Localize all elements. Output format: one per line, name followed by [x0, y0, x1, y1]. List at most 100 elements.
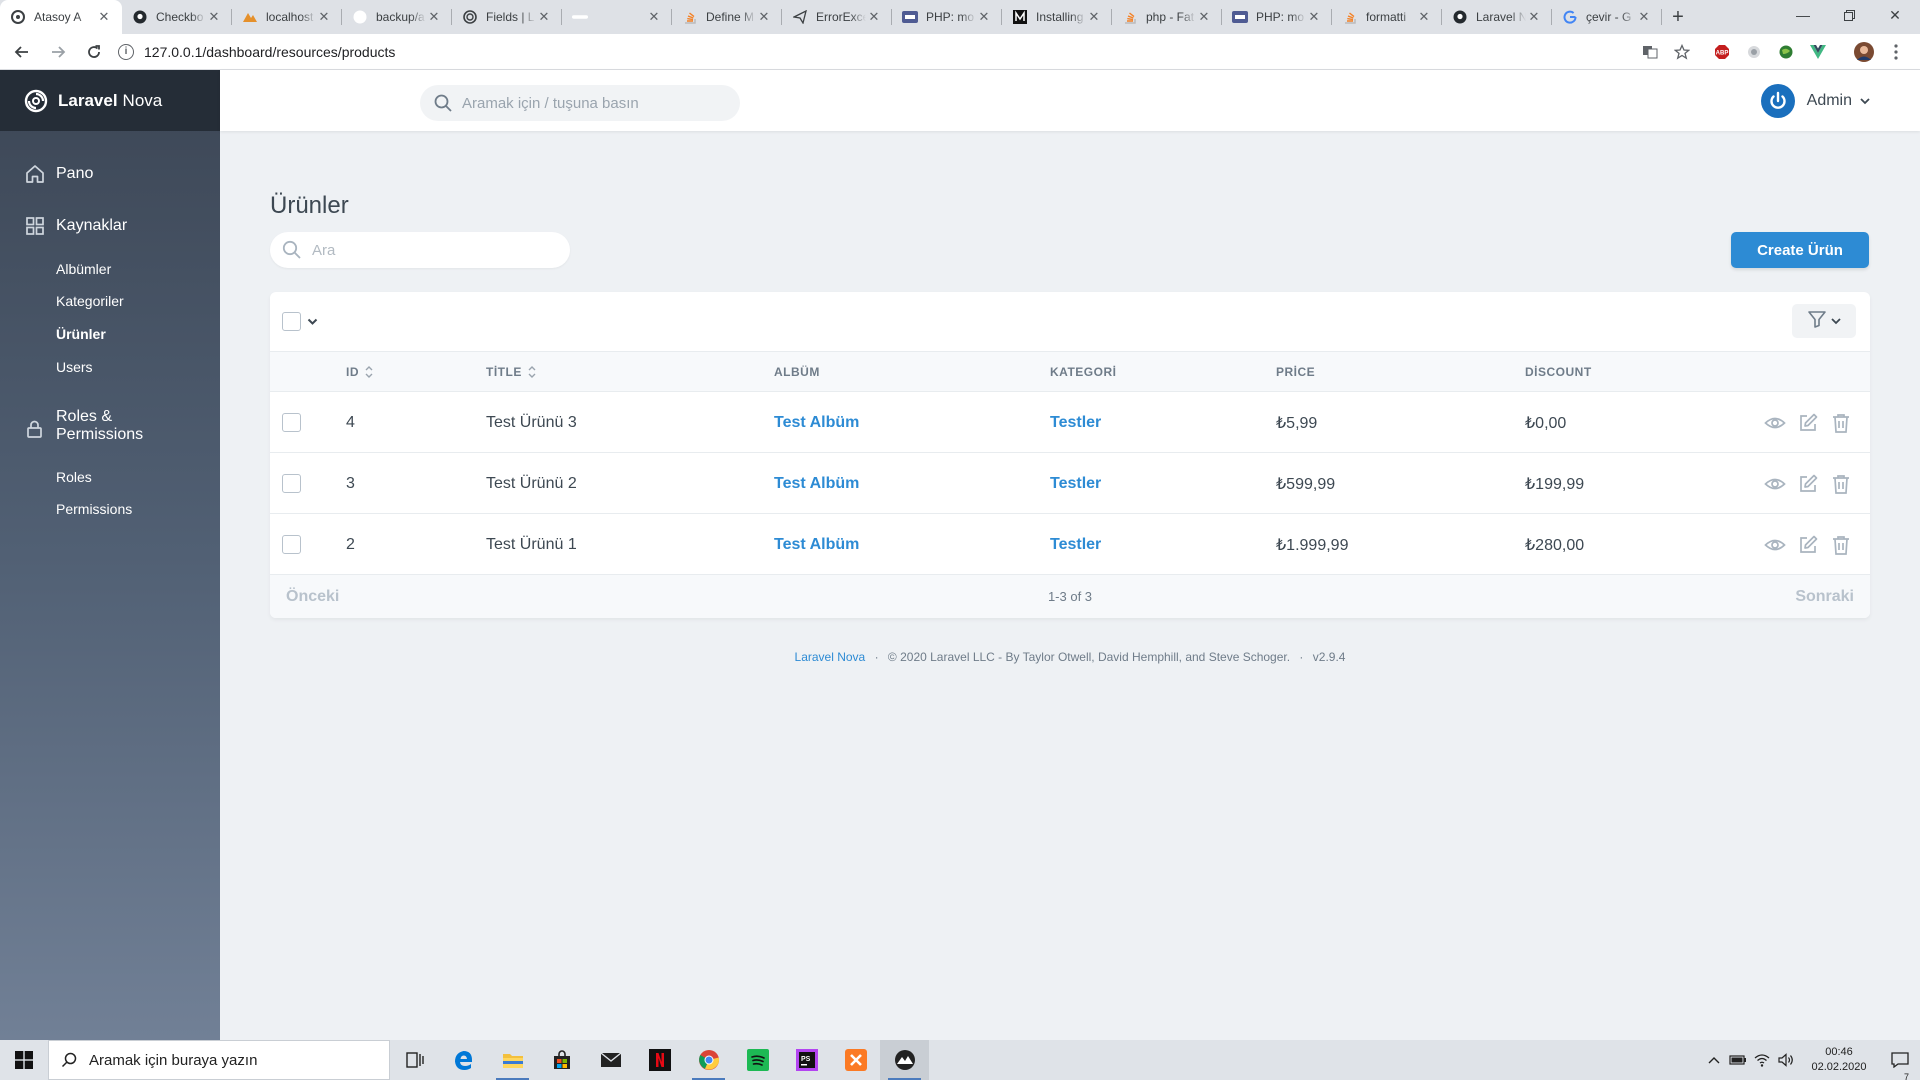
- browser-tab[interactable]: çevir - G ✕: [1552, 0, 1662, 34]
- browser-tab[interactable]: backup/a ✕: [342, 0, 452, 34]
- restore-icon[interactable]: [1826, 0, 1872, 30]
- close-icon[interactable]: ✕: [866, 9, 882, 25]
- sidebar-item-dashboard[interactable]: Pano: [0, 163, 220, 185]
- edge-icon[interactable]: [439, 1040, 488, 1080]
- file-explorer-icon[interactable]: [488, 1040, 537, 1080]
- edit-icon[interactable]: [1797, 534, 1819, 556]
- adblock-icon[interactable]: ABP: [1706, 36, 1738, 68]
- browser-tab[interactable]: PHP: mo ✕: [1222, 0, 1332, 34]
- close-icon[interactable]: ✕: [426, 9, 442, 25]
- edit-icon[interactable]: [1797, 473, 1819, 495]
- info-icon[interactable]: i: [118, 43, 134, 60]
- global-search-input[interactable]: Aramak için / tuşuna basın: [420, 85, 740, 121]
- close-icon[interactable]: ✕: [1526, 9, 1542, 25]
- select-all-checkbox[interactable]: [282, 312, 301, 331]
- taskbar-search-input[interactable]: Aramak için buraya yazın: [48, 1040, 390, 1080]
- cell-album-link[interactable]: Test Albüm: [774, 514, 859, 575]
- cell-category-link[interactable]: Testler: [1050, 514, 1101, 575]
- view-eye-icon[interactable]: [1764, 412, 1786, 434]
- sidebar-item-roles[interactable]: Roles: [0, 469, 220, 485]
- row-checkbox[interactable]: [282, 535, 301, 554]
- close-icon[interactable]: ✕: [1306, 9, 1322, 25]
- vue-devtools-icon[interactable]: [1802, 36, 1834, 68]
- sidebar-item-categories[interactable]: Kategoriler: [0, 293, 220, 309]
- notification-center-icon[interactable]: 7: [1880, 1052, 1920, 1080]
- back-icon[interactable]: [8, 38, 36, 66]
- view-eye-icon[interactable]: [1764, 534, 1786, 556]
- resource-search-input[interactable]: Ara: [270, 232, 570, 268]
- cell-album-link[interactable]: Test Albüm: [774, 453, 859, 514]
- sidebar-item-users[interactable]: Users: [0, 359, 220, 375]
- star-icon[interactable]: [1666, 36, 1698, 68]
- sort-icon[interactable]: [528, 365, 536, 379]
- new-tab-button[interactable]: +: [1662, 0, 1694, 34]
- netflix-icon[interactable]: [635, 1040, 684, 1080]
- system-clock[interactable]: 00:46 02.02.2020: [1798, 1045, 1880, 1075]
- next-page-button[interactable]: Sonraki: [1795, 588, 1854, 606]
- sort-icon[interactable]: [365, 365, 373, 379]
- chevron-down-icon[interactable]: [307, 318, 318, 326]
- filter-dropdown-button[interactable]: [1792, 304, 1856, 338]
- cell-category-link[interactable]: Testler: [1050, 453, 1101, 514]
- cell-album-link[interactable]: Test Albüm: [774, 392, 859, 453]
- close-icon[interactable]: ✕: [756, 9, 772, 25]
- edit-icon[interactable]: [1797, 412, 1819, 434]
- browser-tab[interactable]: PHP: mo ✕: [892, 0, 1002, 34]
- phpstorm-icon[interactable]: PS: [782, 1040, 831, 1080]
- browser-tab[interactable]: Fields | L ✕: [452, 0, 562, 34]
- close-icon[interactable]: ✕: [976, 9, 992, 25]
- reload-icon[interactable]: [80, 38, 108, 66]
- trash-icon[interactable]: [1830, 412, 1852, 434]
- store-icon[interactable]: [537, 1040, 586, 1080]
- browser-tab[interactable]: localhost ✕: [232, 0, 342, 34]
- browser-tab[interactable]: Installing ✕: [1002, 0, 1112, 34]
- user-menu[interactable]: Admin: [1760, 84, 1870, 118]
- close-icon[interactable]: ✕: [1636, 9, 1652, 25]
- browser-tab[interactable]: php - Fat ✕: [1112, 0, 1222, 34]
- close-icon[interactable]: ✕: [206, 9, 222, 25]
- battery-icon[interactable]: [1726, 1055, 1750, 1065]
- row-checkbox[interactable]: [282, 413, 301, 432]
- volume-icon[interactable]: [1774, 1053, 1798, 1067]
- table-row[interactable]: 4 Test Ürünü 3 Test Albüm Testler ₺5,99 …: [270, 392, 1870, 453]
- row-checkbox[interactable]: [282, 474, 301, 493]
- terminal-app-icon[interactable]: [880, 1040, 929, 1080]
- address-bar[interactable]: i 127.0.0.1/dashboard/resources/products: [118, 38, 395, 66]
- browser-tab[interactable]: Define M ✕: [672, 0, 782, 34]
- trash-icon[interactable]: [1830, 534, 1852, 556]
- browser-tab[interactable]: Checkbo ✕: [122, 0, 232, 34]
- browser-tab[interactable]: Laravel N ✕: [1442, 0, 1552, 34]
- table-row[interactable]: 2 Test Ürünü 1 Test Albüm Testler ₺1.999…: [270, 514, 1870, 575]
- close-icon[interactable]: ✕: [1416, 9, 1432, 25]
- browser-tab[interactable]: ErrorExce ✕: [782, 0, 892, 34]
- close-icon[interactable]: ✕: [1196, 9, 1212, 25]
- translate-icon[interactable]: [1634, 36, 1666, 68]
- browser-tab[interactable]: formatti ✕: [1332, 0, 1442, 34]
- window-close-icon[interactable]: ✕: [1872, 0, 1918, 30]
- forward-icon[interactable]: [44, 38, 72, 66]
- sidebar-item-products[interactable]: Ürünler: [0, 326, 220, 342]
- table-row[interactable]: 3 Test Ürünü 2 Test Albüm Testler ₺599,9…: [270, 453, 1870, 514]
- earth-extension-icon[interactable]: [1770, 36, 1802, 68]
- close-icon[interactable]: ✕: [646, 9, 662, 25]
- nova-footer-link[interactable]: Laravel Nova: [795, 650, 866, 664]
- create-product-button[interactable]: Create Ürün: [1731, 232, 1869, 268]
- column-header-title[interactable]: TİTLE: [486, 352, 536, 392]
- sidebar-item-albums[interactable]: Albümler: [0, 261, 220, 277]
- close-icon[interactable]: ✕: [1086, 9, 1102, 25]
- xampp-icon[interactable]: [831, 1040, 880, 1080]
- trash-icon[interactable]: [1830, 473, 1852, 495]
- brand-logo[interactable]: Laravel Nova: [0, 70, 220, 131]
- browser-tab[interactable]: Atasoy A ✕: [0, 0, 122, 34]
- spotify-icon[interactable]: [733, 1040, 782, 1080]
- browser-menu-icon[interactable]: [1880, 36, 1912, 68]
- select-all-dropdown[interactable]: [282, 312, 318, 331]
- wifi-icon[interactable]: [1750, 1053, 1774, 1067]
- close-icon[interactable]: ✕: [536, 9, 552, 25]
- view-eye-icon[interactable]: [1764, 473, 1786, 495]
- windows-start-button[interactable]: [0, 1040, 48, 1080]
- sidebar-item-permissions[interactable]: Permissions: [0, 501, 220, 517]
- chrome-icon[interactable]: [684, 1040, 733, 1080]
- chevron-up-icon[interactable]: [1702, 1056, 1726, 1064]
- close-icon[interactable]: ✕: [96, 9, 112, 25]
